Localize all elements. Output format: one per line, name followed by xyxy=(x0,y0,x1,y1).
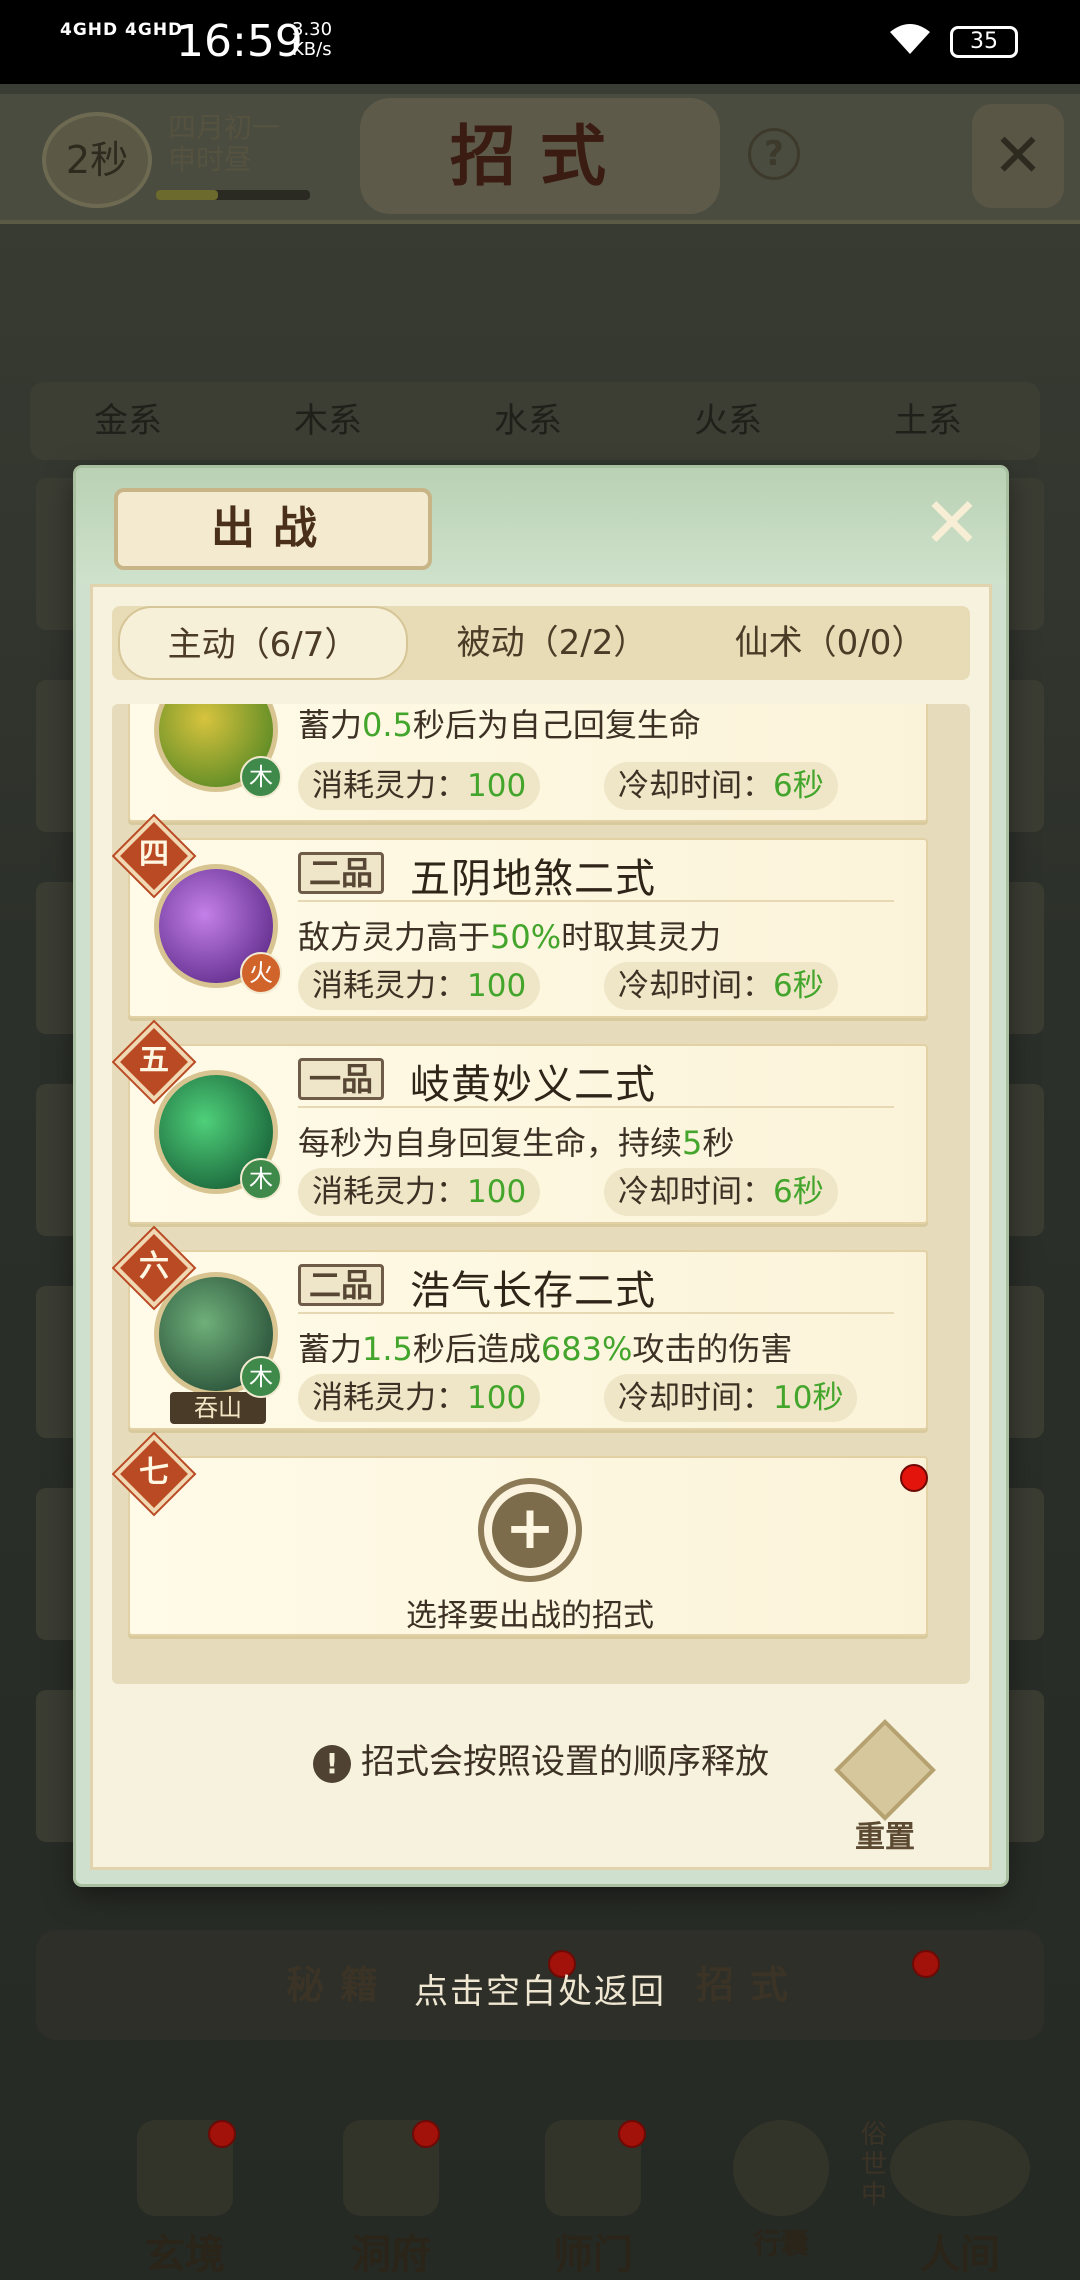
plus-icon: + xyxy=(492,1492,568,1568)
tab-immortal-arts[interactable]: 仙术（0/0） xyxy=(692,606,968,680)
spirit-cost: 消耗灵力：100 xyxy=(298,962,541,1010)
status-bar: 4GHD 4GHD 16:59 3.30 KB/s 35 xyxy=(0,0,1080,84)
tab-metal[interactable]: 金系 xyxy=(30,382,226,460)
tab-fire[interactable]: 火系 xyxy=(630,382,826,460)
spirit-cost: 消耗灵力：100 xyxy=(298,1168,541,1216)
move-slot[interactable]: 木 蓄力0.5秒后为自己回复生命 消耗灵力：100 冷却时间：6秒 xyxy=(128,704,928,822)
refresh-icon xyxy=(834,1719,936,1821)
skill-name: 五阴地煞二式 xyxy=(410,856,656,902)
tab-active-moves[interactable]: 主动（6/7） xyxy=(118,606,408,680)
tap-to-return-hint[interactable]: 点击空白处返回 xyxy=(0,1964,1080,2013)
skill-caption: 吞山 xyxy=(170,1392,266,1424)
nav-xuanjing[interactable]: 玄境 xyxy=(120,2120,250,2278)
cooldown: 冷却时间：6秒 xyxy=(604,962,838,1010)
move-type-tabs: 主动（6/7） 被动（2/2） 仙术（0/0） xyxy=(112,606,970,680)
battery-indicator: 35 xyxy=(950,26,1018,58)
signal-indicator: 4GHD 4GHD xyxy=(60,20,184,40)
notification-dot xyxy=(208,2120,236,2148)
skill-description: 蓄力0.5秒后为自己回复生命 xyxy=(298,706,701,744)
add-move-button[interactable]: + xyxy=(478,1478,582,1582)
game-date: 四月初一 申时昼 xyxy=(168,111,281,176)
grade-badge: 二品 xyxy=(298,1264,385,1306)
move-slot[interactable]: 吞山 木 二品 浩气长存二式 蓄力1.5秒后造成683%攻击的伤害 消耗灵力：1… xyxy=(128,1250,928,1430)
skill-description: 每秒为自身回复生命，持续5秒 xyxy=(298,1124,735,1162)
reset-button[interactable]: 重置 xyxy=(834,1719,936,1855)
notification-dot xyxy=(412,2120,440,2148)
time-progress xyxy=(156,190,310,200)
element-badge: 木 xyxy=(240,1158,282,1200)
move-slot[interactable]: 火 二品 五阴地煞二式 敌方灵力高于50%时取其灵力 消耗灵力：100 冷却时间… xyxy=(128,838,928,1018)
tab-wood[interactable]: 木系 xyxy=(230,382,426,460)
nav-dongfu[interactable]: 洞府 xyxy=(326,2120,456,2278)
wifi-icon xyxy=(890,24,930,54)
element-tabs: 金系 木系 水系 火系 土系 xyxy=(30,382,1040,460)
cooldown: 冷却时间：6秒 xyxy=(604,762,838,810)
info-icon: ! xyxy=(313,1744,351,1783)
divider xyxy=(298,1106,894,1108)
element-badge: 木 xyxy=(240,756,282,798)
spirit-cost: 消耗灵力：100 xyxy=(298,1374,541,1422)
skill-description: 敌方灵力高于50%时取其灵力 xyxy=(298,918,722,956)
page-title: 招式 xyxy=(360,98,720,214)
element-badge: 火 xyxy=(240,952,282,994)
tab-earth[interactable]: 土系 xyxy=(830,382,1026,460)
cooldown: 冷却时间：10秒 xyxy=(604,1374,858,1422)
game-timer: 2秒 xyxy=(42,112,152,208)
world-status: 俗世中 xyxy=(860,2120,887,2210)
notification-dot xyxy=(618,2120,646,2148)
nav-renjian[interactable]: 人间 俗世中 xyxy=(861,2120,1050,2278)
divider xyxy=(298,900,894,902)
element-badge: 木 xyxy=(240,1356,282,1398)
notification-dot xyxy=(900,1464,928,1492)
grade-badge: 二品 xyxy=(298,852,385,894)
cooldown: 冷却时间：6秒 xyxy=(604,1168,838,1216)
spirit-cost: 消耗灵力：100 xyxy=(298,762,541,810)
dialog-title: 出战 xyxy=(114,488,432,570)
landscape-icon xyxy=(890,2120,1030,2216)
skill-name: 浩气长存二式 xyxy=(410,1268,656,1314)
close-page-button[interactable]: ✕ xyxy=(972,104,1064,208)
nav-shimen[interactable]: 师门 xyxy=(528,2120,658,2278)
tab-passive-moves[interactable]: 被动（2/2） xyxy=(412,606,692,680)
grade-badge: 一品 xyxy=(298,1058,385,1100)
move-slot-list[interactable]: 木 蓄力0.5秒后为自己回复生命 消耗灵力：100 冷却时间：6秒 火 二品 五… xyxy=(112,704,970,1684)
bag-icon xyxy=(733,2120,829,2216)
skill-name: 岐黄妙义二式 xyxy=(410,1062,656,1108)
help-icon[interactable]: ? xyxy=(748,128,800,180)
empty-move-slot[interactable]: + 选择要出战的招式 xyxy=(128,1456,928,1636)
tab-water[interactable]: 水系 xyxy=(430,382,626,460)
divider xyxy=(298,1312,894,1314)
clock: 16:59 xyxy=(176,16,303,67)
move-slot[interactable]: 木 一品 岐黄妙义二式 每秒为自身回复生命，持续5秒 消耗灵力：100 冷却时间… xyxy=(128,1044,928,1224)
close-icon[interactable]: ✕ xyxy=(916,488,988,560)
nav-xingnang[interactable]: 行囊 xyxy=(716,2120,846,2270)
empty-slot-label: 选择要出战的招式 xyxy=(406,1598,654,1634)
deploy-moves-dialog: 出战 ✕ 主动（6/7） 被动（2/2） 仙术（0/0） 木 蓄力0.5秒后为自… xyxy=(76,468,1006,1884)
skill-description: 蓄力1.5秒后造成683%攻击的伤害 xyxy=(298,1330,793,1368)
network-speed: 3.30 KB/s xyxy=(292,19,333,60)
